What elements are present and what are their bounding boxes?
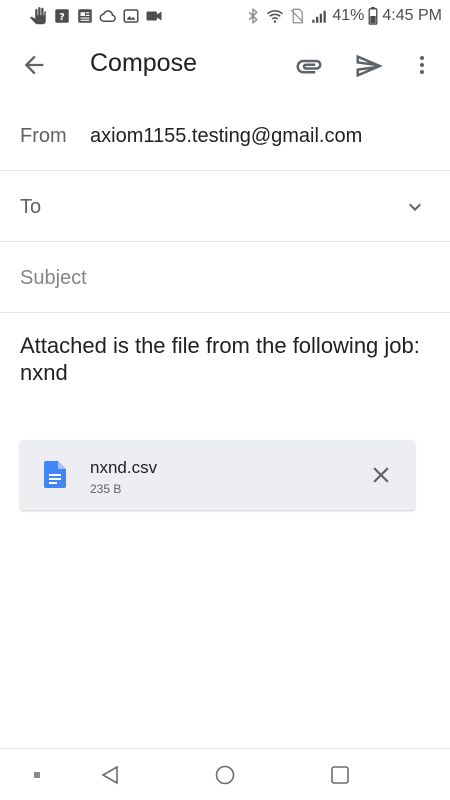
status-bar-system: 41% 4:45 PM (244, 7, 442, 25)
more-vert-icon[interactable] (410, 51, 434, 79)
compose-body[interactable]: Attached is the file from the following … (20, 332, 420, 386)
from-account-select[interactable]: axiom1155.testing@gmail.com (90, 125, 362, 148)
battery-percent: 41% (332, 7, 365, 24)
navigation-bar (0, 748, 450, 800)
hand-icon (30, 7, 48, 25)
svg-text:?: ? (59, 12, 65, 23)
battery-icon (368, 7, 378, 25)
chevron-down-icon[interactable] (403, 195, 427, 219)
subject-field[interactable]: Subject (0, 242, 450, 313)
to-label: To (20, 196, 42, 218)
dot-icon[interactable] (25, 763, 49, 787)
page-title: Compose (90, 49, 197, 77)
status-bar-notifications: ? (30, 7, 163, 25)
help-box-icon: ? (53, 7, 71, 25)
from-label: From (20, 125, 67, 147)
to-row[interactable]: To (0, 171, 450, 242)
bluetooth-icon (244, 7, 262, 25)
signal-icon (310, 7, 328, 25)
subject-placeholder: Subject (20, 267, 87, 289)
close-icon[interactable] (368, 462, 394, 488)
nav-recent-apps-icon[interactable] (328, 763, 352, 787)
document-icon (44, 461, 66, 488)
cloud-icon (99, 7, 117, 25)
news-icon (76, 7, 94, 25)
attachment-chip[interactable]: nxnd.csv 235 B (20, 440, 415, 510)
status-bar: ? 41% 4:45 PM (0, 0, 450, 32)
no-sim-icon (288, 7, 306, 25)
back-arrow-icon[interactable] (20, 51, 48, 79)
image-icon (122, 7, 140, 25)
from-row: From axiom1155.testing@gmail.com (0, 100, 450, 171)
wifi-icon (266, 7, 284, 25)
send-icon[interactable] (354, 51, 384, 81)
attachment-file-size: 235 B (90, 482, 122, 496)
video-camera-icon (145, 7, 163, 25)
clock: 4:45 PM (382, 7, 442, 24)
app-bar: Compose (0, 32, 450, 98)
nav-home-icon[interactable] (213, 763, 237, 787)
paperclip-icon[interactable] (294, 51, 324, 81)
nav-back-icon[interactable] (98, 763, 122, 787)
attachment-file-name: nxnd.csv (90, 458, 158, 477)
